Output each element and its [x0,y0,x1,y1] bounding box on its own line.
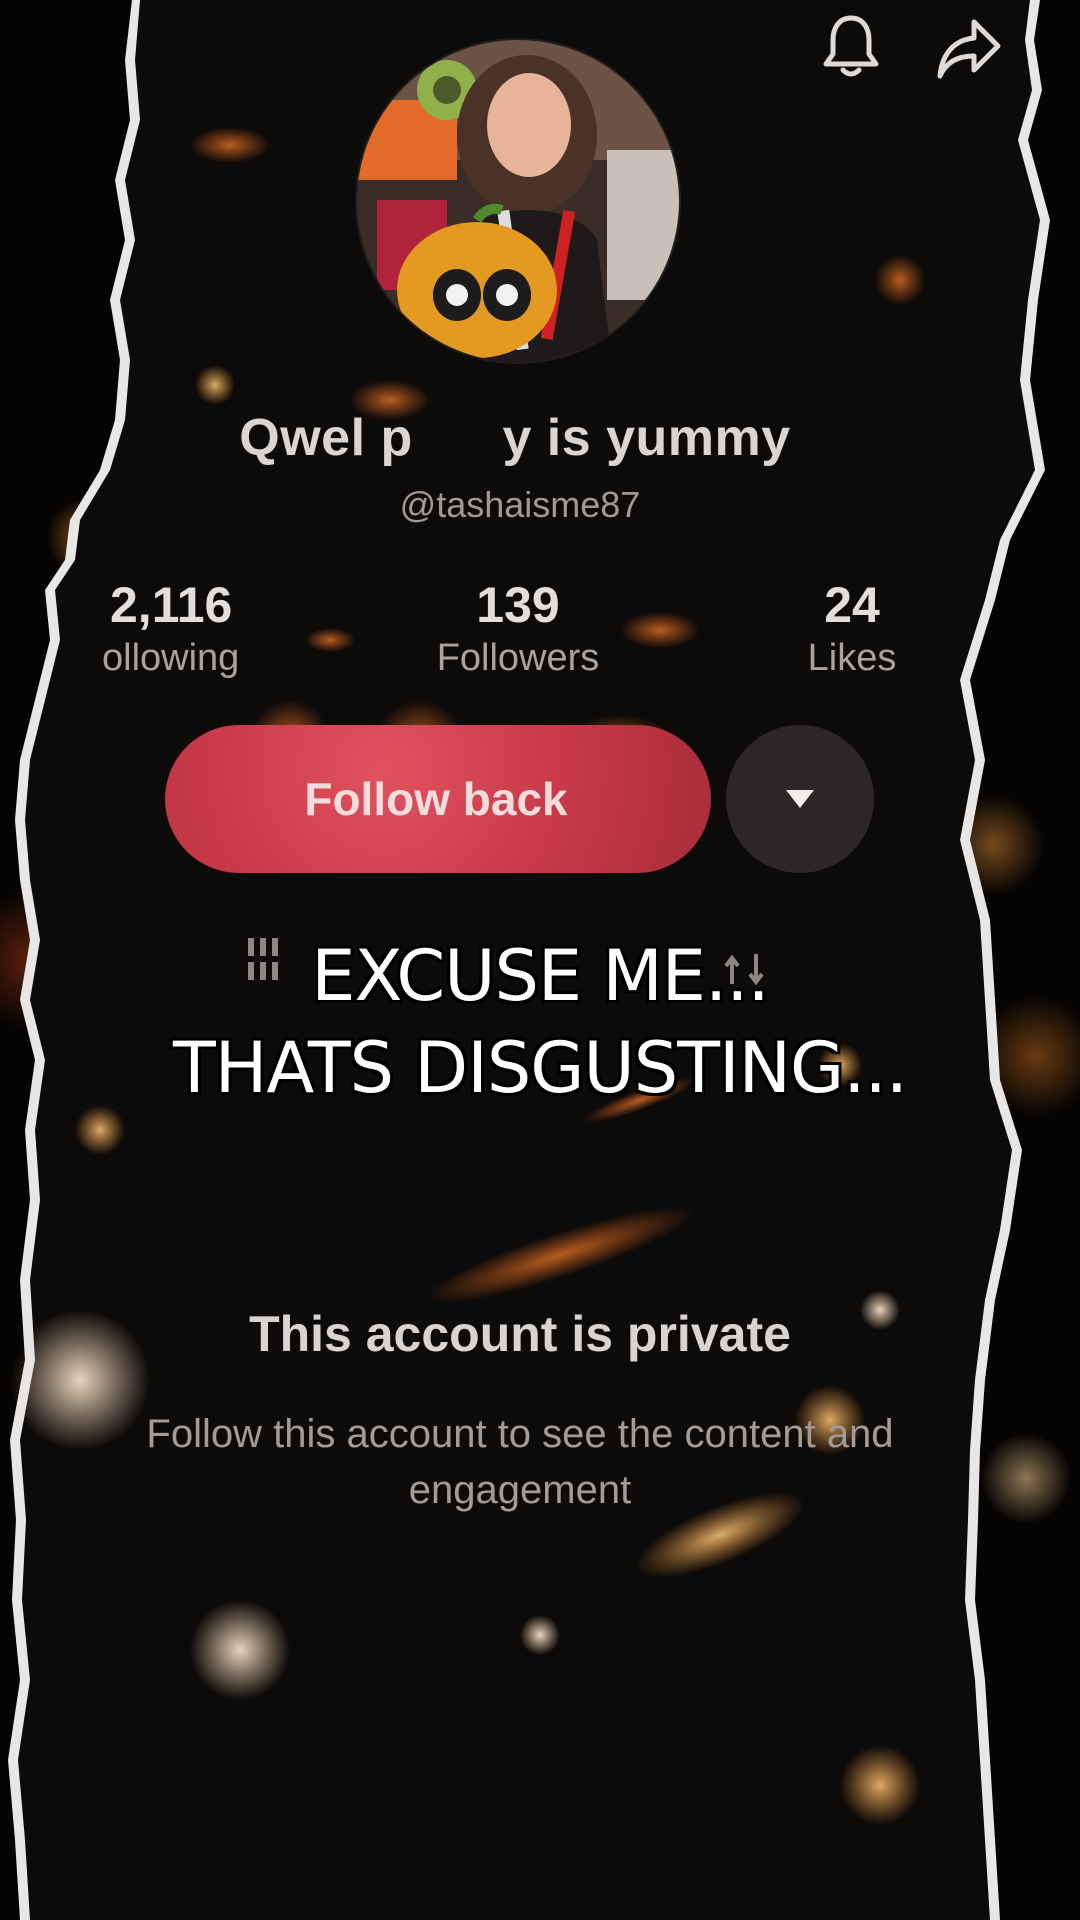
triangle-down-icon [786,790,814,808]
stat-followers-value: 139 [476,577,560,633]
stat-followers[interactable]: 139 Followers [388,578,648,680]
profile-avatar[interactable] [357,40,679,362]
notification-bell-button[interactable] [812,8,890,86]
avatar-photo [357,40,679,362]
profile-display-name: Qwel p y is yummy [239,409,791,467]
caption-line-2: THATS DISGUSTING... [173,1027,908,1109]
suggested-accounts-dropdown-button[interactable] [726,725,874,873]
private-account-subtitle: Follow this account to see the content a… [146,1412,894,1512]
stat-following[interactable]: 2,116 ollowing [60,578,320,680]
caption-line-1: EXCUSE ME... [311,935,770,1017]
bell-icon [823,15,879,77]
stat-following-value: 2,116 [110,577,233,633]
share-arrow-icon [937,19,1001,79]
private-account-title: This account is private [249,1306,791,1362]
stat-likes-value: 24 [824,577,880,633]
stat-likes[interactable]: 24 Likes [722,578,982,680]
follow-back-button[interactable]: Follow back [165,725,711,873]
stat-followers-label: Followers [436,637,600,679]
share-button[interactable] [930,10,1008,88]
profile-handle: @tashaisme87 [399,484,641,525]
stat-likes-label: Likes [807,637,897,679]
stat-following-label: ollowing [102,637,240,679]
